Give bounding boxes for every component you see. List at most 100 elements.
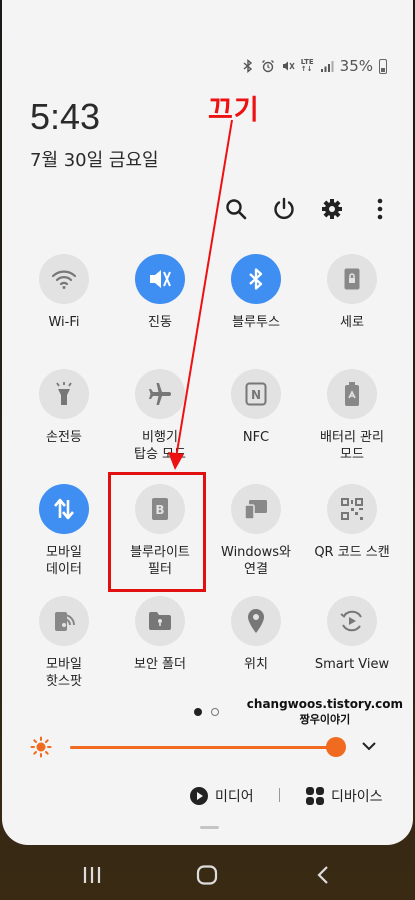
- tile-circle: [39, 596, 89, 646]
- page-dot: [211, 708, 219, 716]
- chevron-down-icon[interactable]: [361, 740, 377, 752]
- media-label: 미디어: [215, 789, 254, 805]
- tile-label: Wi-Fi: [48, 315, 80, 330]
- tile-circle: [39, 369, 89, 419]
- tile-circle: [39, 254, 89, 304]
- qr-code-icon: [341, 498, 363, 520]
- battery-percent: 35%: [339, 57, 373, 75]
- tile-battery-saver[interactable]: 배터리 관리 모드: [304, 369, 400, 463]
- panel-drag-handle[interactable]: [200, 826, 219, 829]
- annotation-label: 끄기: [208, 95, 260, 126]
- power-icon: [274, 197, 294, 220]
- search-button[interactable]: [223, 196, 249, 222]
- divider: [279, 788, 280, 802]
- mobile-data-icon: [54, 498, 74, 520]
- svg-text:N: N: [251, 388, 261, 402]
- clock-date: 7월 30일 금요일: [30, 150, 159, 171]
- watermark-blog-name: 짱우이야기: [299, 713, 351, 726]
- tile-circle: [135, 254, 185, 304]
- tile-bluetooth[interactable]: 블루투스: [208, 254, 304, 331]
- tile-circle: [231, 254, 281, 304]
- lte-indicator: LTE ↑↓: [300, 58, 314, 73]
- tile-label: 모바일 핫스팟: [46, 657, 82, 689]
- tile-label: 세로: [340, 315, 364, 330]
- tile-smart-view[interactable]: Smart View: [304, 596, 400, 673]
- vibrate-icon: [150, 270, 171, 288]
- tile-circle: [327, 369, 377, 419]
- watermark: changwoos.tistory.com 짱우이야기: [247, 697, 403, 727]
- airplane-icon: [149, 383, 171, 405]
- tile-circle: [327, 484, 377, 534]
- secure-folder-icon: [149, 612, 171, 630]
- tile-hotspot[interactable]: 모바일 핫스팟: [16, 596, 112, 690]
- more-button[interactable]: [367, 196, 393, 222]
- tile-label: 블루투스: [232, 315, 280, 330]
- tile-flashlight[interactable]: 손전등: [16, 369, 112, 446]
- status-bar: LTE ↑↓ 35%: [241, 56, 387, 76]
- play-icon: [190, 787, 208, 805]
- smart-view-icon: [340, 610, 362, 632]
- alarm-icon: [261, 60, 274, 73]
- signal-icon: [320, 61, 334, 72]
- brightness-slider-handle[interactable]: [326, 737, 346, 757]
- tile-circle: [231, 484, 281, 534]
- tile-label: 배터리 관리 모드: [320, 430, 384, 462]
- tile-label: 손전등: [46, 430, 82, 445]
- highlight-box: [108, 472, 206, 592]
- tile-label: Smart View: [314, 657, 390, 672]
- tile-circle: [39, 484, 89, 534]
- power-button[interactable]: [271, 196, 297, 222]
- flashlight-icon: [56, 382, 72, 405]
- back-icon: [317, 866, 328, 884]
- tile-qr-scan[interactable]: QR 코드 스캔: [304, 484, 400, 561]
- battery-icon: [379, 58, 387, 74]
- tile-circle: [327, 596, 377, 646]
- brightness-icon: [30, 736, 52, 758]
- devices-button[interactable]: 디바이스: [306, 786, 383, 806]
- tile-secure-folder[interactable]: 보안 폴더: [112, 596, 208, 673]
- home-icon: [196, 865, 218, 885]
- recent-apps-icon: [83, 867, 101, 883]
- header-actions: [223, 196, 393, 222]
- tile-label: QR 코드 스캔: [314, 545, 390, 560]
- tile-circle: N: [231, 369, 281, 419]
- home-button[interactable]: [192, 863, 222, 887]
- settings-button[interactable]: [319, 196, 345, 222]
- tile-link-windows[interactable]: Windows와 연결: [208, 484, 304, 578]
- settings-icon: [322, 199, 342, 219]
- tile-label: 비행기 탑승 모드: [134, 430, 186, 462]
- tile-airplane[interactable]: 비행기 탑승 모드: [112, 369, 208, 463]
- location-icon: [248, 609, 264, 633]
- tile-label: Windows와 연결: [221, 545, 291, 577]
- battery-saver-icon: [345, 382, 359, 406]
- media-button[interactable]: 미디어: [190, 786, 254, 806]
- wifi-icon: [51, 270, 77, 289]
- back-button[interactable]: [308, 863, 338, 887]
- devices-icon: [306, 787, 324, 805]
- brightness-slider[interactable]: [70, 746, 340, 749]
- tile-label: 진동: [148, 315, 172, 330]
- link-windows-icon: [244, 500, 267, 520]
- tile-label: 보안 폴더: [134, 657, 186, 672]
- bluetooth-icon: [249, 268, 263, 290]
- tile-circle: [135, 596, 185, 646]
- bluetooth-status-icon: [243, 59, 252, 73]
- tile-portrait[interactable]: 세로: [304, 254, 400, 331]
- tile-circle: [231, 596, 281, 646]
- tile-nfc[interactable]: N NFC: [208, 369, 304, 446]
- tile-vibrate[interactable]: 진동: [112, 254, 208, 331]
- vibrate-status-icon: [282, 61, 295, 71]
- devices-label: 디바이스: [331, 789, 383, 805]
- tile-circle: [327, 254, 377, 304]
- recent-apps-button[interactable]: [77, 863, 107, 887]
- tile-location[interactable]: 위치: [208, 596, 304, 673]
- more-icon: [377, 198, 383, 220]
- tile-mobile-data[interactable]: 모바일 데이터: [16, 484, 112, 578]
- tile-label: NFC: [242, 430, 270, 445]
- tile-wifi[interactable]: Wi-Fi: [16, 254, 112, 331]
- page-dot-active: [194, 708, 202, 716]
- page-indicator: [194, 708, 219, 716]
- tile-label: 위치: [244, 657, 268, 672]
- navigation-bar: [0, 855, 415, 895]
- tile-label: 모바일 데이터: [46, 545, 82, 577]
